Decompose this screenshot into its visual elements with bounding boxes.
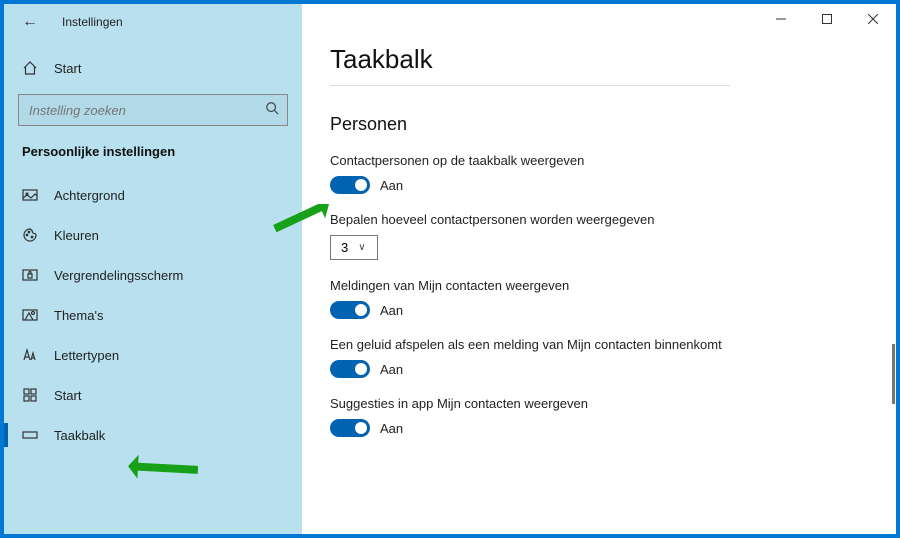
minimize-icon [776, 14, 786, 24]
category-heading: Persoonlijke instellingen [18, 140, 288, 177]
sidebar-item-lettertypen[interactable]: Lettertypen [18, 337, 288, 373]
window-title: Instellingen [62, 15, 123, 29]
dropdown-value: 3 [341, 240, 348, 255]
sidebar-item-kleuren[interactable]: Kleuren [18, 217, 288, 253]
settings-window: ← Instellingen Start Persoonlijke instel… [4, 4, 896, 534]
image-icon [22, 187, 38, 203]
scrollbar-thumb[interactable] [892, 344, 895, 404]
setting-label: Een geluid afspelen als een melding van … [330, 337, 896, 352]
toggle-row: Aan [330, 360, 896, 378]
setting-label: Suggesties in app Mijn contacten weergev… [330, 396, 896, 411]
home-button[interactable]: Start [18, 50, 288, 86]
contacts-count-dropdown[interactable]: 3 ∨ [330, 235, 378, 260]
back-arrow-icon[interactable]: ← [22, 13, 38, 31]
home-icon [22, 60, 38, 76]
taskbar-icon [22, 427, 38, 443]
toggle-switch[interactable] [330, 301, 370, 319]
toggle-state: Aan [380, 421, 403, 436]
toggle-switch[interactable] [330, 360, 370, 378]
titlebar: ← Instellingen [4, 4, 302, 40]
sidebar-item-label: Kleuren [54, 228, 99, 243]
search-icon [265, 101, 279, 120]
toggle-row: Aan [330, 176, 896, 194]
setting-notifications: Meldingen van Mijn contacten weergeven A… [330, 278, 896, 319]
setting-label: Meldingen van Mijn contacten weergeven [330, 278, 896, 293]
toggle-row: Aan [330, 419, 896, 437]
sidebar-item-label: Start [54, 388, 81, 403]
content-area: Taakbalk Personen Contactpersonen op de … [302, 4, 896, 534]
theme-icon [22, 307, 38, 323]
page-title: Taakbalk [330, 44, 896, 75]
sidebar-item-start[interactable]: Start [18, 377, 288, 413]
sidebar-item-label: Thema's [54, 308, 103, 323]
toggle-state: Aan [380, 362, 403, 377]
sidebar-item-vergrendelingsscherm[interactable]: Vergrendelingsscherm [18, 257, 288, 293]
divider [330, 85, 730, 86]
search-field[interactable] [29, 103, 265, 118]
section-title: Personen [330, 114, 896, 135]
setting-suggestions: Suggesties in app Mijn contacten weergev… [330, 396, 896, 437]
toggle-switch[interactable] [330, 419, 370, 437]
window-controls [758, 4, 896, 34]
sidebar-item-label: Lettertypen [54, 348, 119, 363]
close-button[interactable] [850, 4, 896, 34]
lock-screen-icon [22, 267, 38, 283]
font-icon [22, 347, 38, 363]
chevron-down-icon: ∨ [358, 242, 365, 253]
maximize-icon [822, 14, 832, 24]
toggle-state: Aan [380, 178, 403, 193]
start-icon [22, 387, 38, 403]
sidebar-item-themas[interactable]: Thema's [18, 297, 288, 333]
toggle-state: Aan [380, 303, 403, 318]
toggle-switch[interactable] [330, 176, 370, 194]
sidebar-body: Start Persoonlijke instellingen Achtergr… [4, 40, 302, 457]
home-label: Start [54, 61, 81, 76]
sidebar-item-achtergrond[interactable]: Achtergrond [18, 177, 288, 213]
toggle-row: Aan [330, 301, 896, 319]
setting-label: Contactpersonen op de taakbalk weergeven [330, 153, 896, 168]
setting-label: Bepalen hoeveel contactpersonen worden w… [330, 212, 896, 227]
search-input[interactable] [18, 94, 288, 126]
sidebar-item-label: Achtergrond [54, 188, 125, 203]
sidebar-item-label: Taakbalk [54, 428, 105, 443]
sidebar-item-taakbalk[interactable]: Taakbalk [18, 417, 288, 453]
palette-icon [22, 227, 38, 243]
setting-contacts-count: Bepalen hoeveel contactpersonen worden w… [330, 212, 896, 260]
setting-sound: Een geluid afspelen als een melding van … [330, 337, 896, 378]
sidebar: ← Instellingen Start Persoonlijke instel… [4, 4, 302, 534]
maximize-button[interactable] [804, 4, 850, 34]
minimize-button[interactable] [758, 4, 804, 34]
sidebar-item-label: Vergrendelingsscherm [54, 268, 183, 283]
close-icon [868, 14, 878, 24]
setting-contacts-show: Contactpersonen op de taakbalk weergeven… [330, 153, 896, 194]
